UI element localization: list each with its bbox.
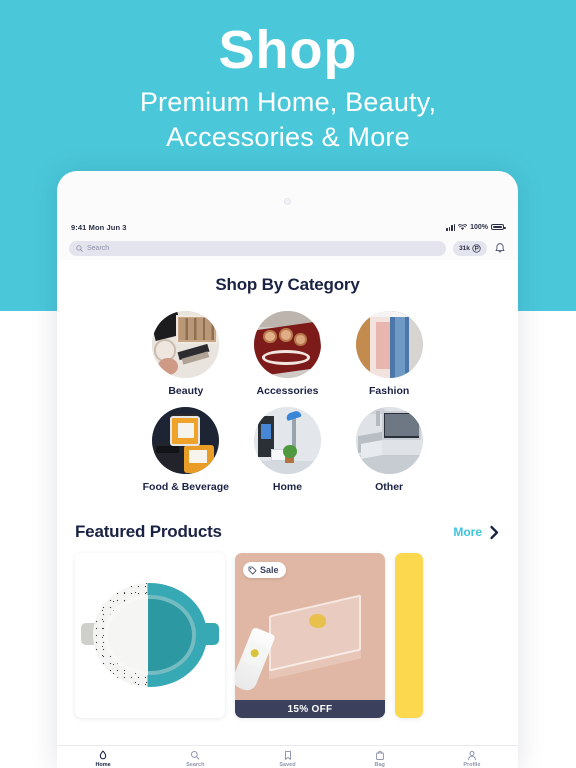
featured-section-title: Featured Products xyxy=(75,522,222,541)
category-label: Food & Beverage xyxy=(142,481,229,493)
pot-speckle-texture xyxy=(93,583,148,687)
category-label: Other xyxy=(375,481,404,493)
front-camera-icon xyxy=(284,198,291,205)
category-item-beauty[interactable]: Beauty xyxy=(135,311,237,398)
promo-banner: 15% OFF xyxy=(235,700,385,718)
category-thumbnail-accessories xyxy=(253,311,321,378)
tablet-device-mockup: 9:41 Mon Jun 3 100% Search 31k Shop By C… xyxy=(57,171,518,768)
tab-label: Bag xyxy=(374,761,385,768)
status-time-date: 9:41 Mon Jun 3 xyxy=(71,222,127,232)
category-grid: Beauty Accessories Fashion Food & Bevera… xyxy=(57,311,518,494)
featured-more-link[interactable]: More xyxy=(453,525,500,540)
status-indicators: 100% xyxy=(446,223,506,231)
featured-header: Featured Products More xyxy=(57,522,518,542)
tab-label: Saved xyxy=(279,761,296,768)
sale-badge-label: Sale xyxy=(260,565,279,575)
status-badge: Sale xyxy=(243,562,286,578)
categories-section-title: Shop By Category xyxy=(215,275,360,294)
tab-label: Profile xyxy=(463,761,481,768)
featured-products-carousel[interactable]: Sale 15% OFF xyxy=(57,553,518,718)
hero-subtitle-line1: Premium Home, Beauty, xyxy=(139,87,437,117)
page-title: Shop xyxy=(218,20,358,80)
product-card-glass-tray[interactable]: Sale 15% OFF xyxy=(235,553,385,718)
category-thumbnail-other xyxy=(355,407,423,474)
category-item-food-beverage[interactable]: Food & Beverage xyxy=(135,407,237,494)
shop-app-promo-screenshot: Shop Premium Home, Beauty, Accessories &… xyxy=(0,0,576,768)
search-row: Search 31k xyxy=(57,237,518,259)
tab-label: Home xyxy=(95,761,111,768)
search-icon xyxy=(76,244,83,252)
wifi-icon xyxy=(458,223,468,230)
hero-subtitle-line2: Accessories & More xyxy=(166,122,410,152)
category-thumbnail-fashion xyxy=(355,311,423,378)
tab-profile[interactable]: Profile xyxy=(426,750,518,768)
category-item-accessories[interactable]: Accessories xyxy=(237,311,339,398)
bell-icon[interactable] xyxy=(494,242,506,255)
category-label: Accessories xyxy=(256,385,319,397)
home-flame-icon xyxy=(99,750,107,759)
promo-text: 15% OFF xyxy=(287,703,333,715)
category-thumbnail-food-beverage xyxy=(152,407,220,474)
status-bar: 9:41 Mon Jun 3 100% xyxy=(57,220,518,234)
points-balance-button[interactable]: 31k xyxy=(453,240,487,256)
more-label: More xyxy=(453,525,482,539)
search-icon xyxy=(191,750,200,760)
category-label: Fashion xyxy=(369,385,410,397)
tag-icon xyxy=(248,566,257,574)
search-input[interactable]: Search xyxy=(69,240,446,256)
battery-percent-label: 100% xyxy=(470,223,488,231)
product-image-yellow-blob xyxy=(309,614,326,628)
bottom-tab-bar: Home Search Saved Bag Profile xyxy=(57,745,518,768)
product-image xyxy=(75,583,225,693)
category-label: Beauty xyxy=(168,385,204,397)
tab-search[interactable]: Search xyxy=(149,750,241,768)
tab-home[interactable]: Home xyxy=(57,750,149,768)
category-item-home[interactable]: Home xyxy=(237,407,339,494)
points-value: 31k xyxy=(459,244,470,252)
category-label: Home xyxy=(272,481,303,493)
search-placeholder: Search xyxy=(87,244,110,252)
tab-bag[interactable]: Bag xyxy=(334,750,426,768)
tab-label: Search xyxy=(186,761,205,768)
product-card-speckled-pot[interactable] xyxy=(75,553,225,718)
cellular-signal-icon xyxy=(446,223,456,231)
category-thumbnail-beauty xyxy=(152,311,220,378)
category-item-other[interactable]: Other xyxy=(338,407,440,494)
shopping-bag-icon xyxy=(375,750,384,760)
chevron-right-icon xyxy=(490,525,499,539)
person-icon xyxy=(467,750,476,760)
hero-subtitle: Premium Home, Beauty, Accessories & More xyxy=(0,85,576,155)
product-image-glass-tray xyxy=(269,594,361,672)
points-coin-icon xyxy=(472,243,481,253)
battery-full-icon xyxy=(491,223,506,231)
pot-body xyxy=(93,583,207,687)
tab-saved[interactable]: Saved xyxy=(241,750,333,768)
product-card-yellow-partial[interactable] xyxy=(395,553,423,718)
app-content-sheet: Shop By Category Beauty Accessories Fash… xyxy=(57,260,518,745)
category-item-fashion[interactable]: Fashion xyxy=(338,311,440,398)
category-thumbnail-home xyxy=(253,407,321,474)
bookmark-icon xyxy=(284,750,291,760)
